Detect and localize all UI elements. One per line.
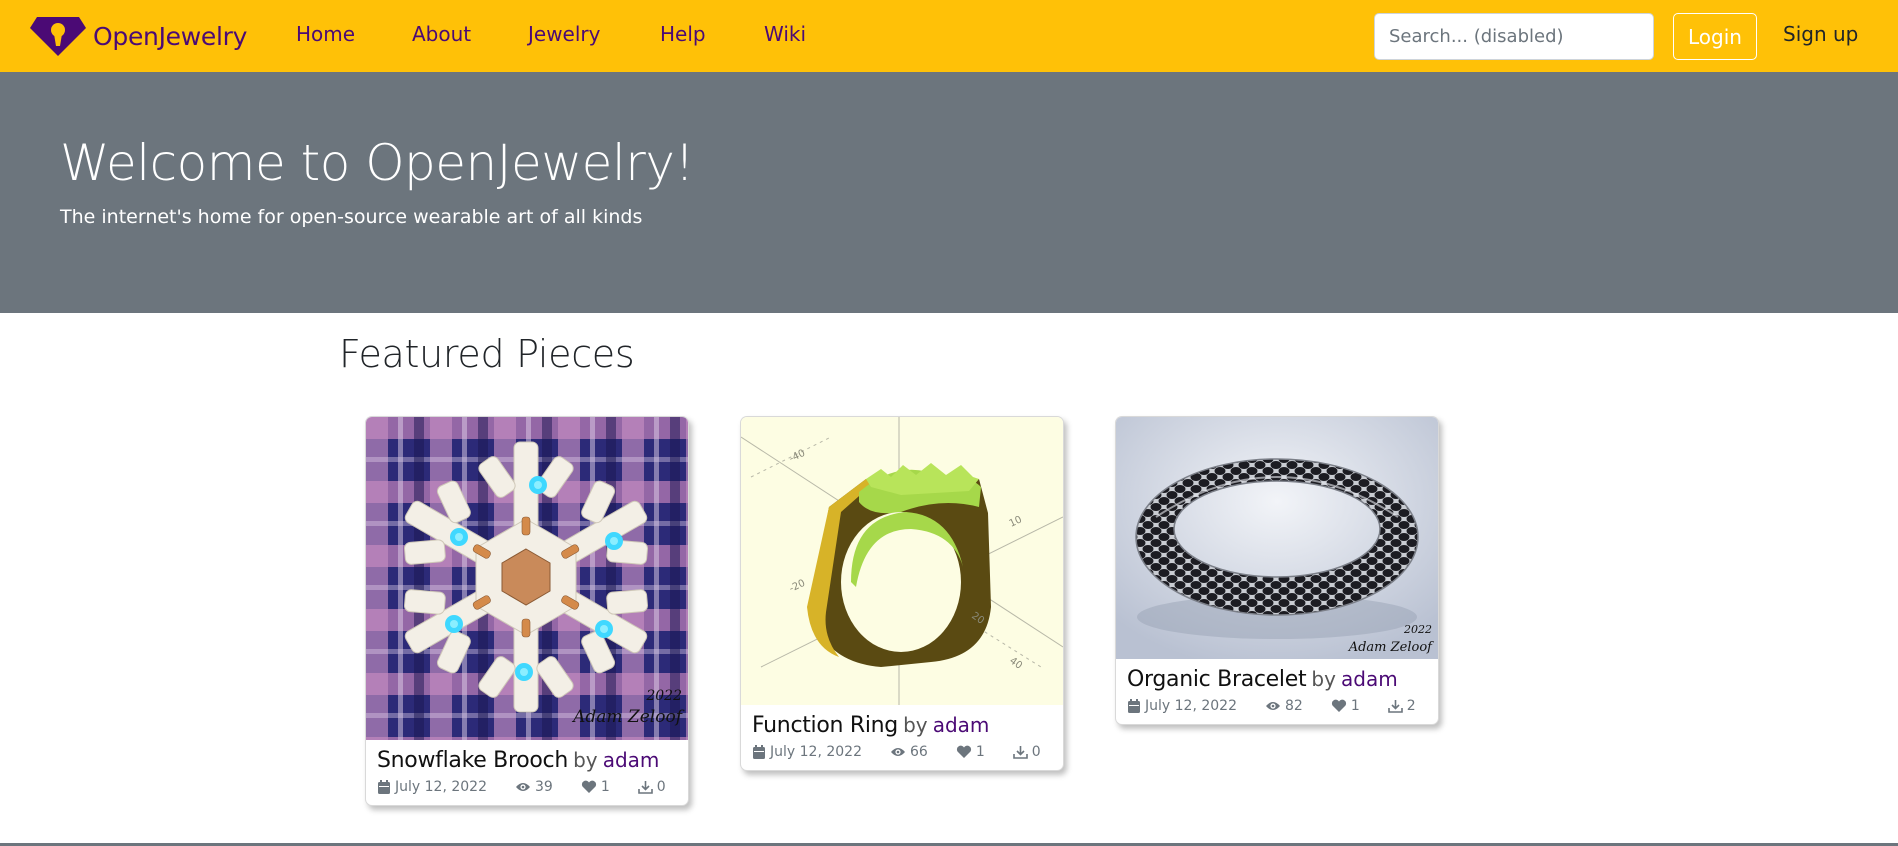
heart-icon [581, 780, 596, 793]
card-views: 66 [909, 744, 928, 760]
nav-home[interactable]: Home [296, 22, 355, 46]
nav-jewelry[interactable]: Jewelry [528, 22, 600, 46]
meta-date: July 12, 2022 [752, 744, 862, 760]
download-icon [1012, 746, 1028, 759]
eye-icon [1265, 702, 1280, 710]
featured-title: Featured Pieces [339, 332, 635, 376]
nav-wiki[interactable]: Wiki [764, 22, 806, 46]
card-image[interactable]: 2022 Adam Zeloof [366, 417, 688, 740]
card-image[interactable]: 2022 Adam Zeloof [1116, 417, 1438, 659]
card-date: July 12, 2022 [770, 744, 862, 760]
meta-date: July 12, 2022 [377, 779, 487, 795]
brand-link[interactable]: OpenJewelry [29, 15, 247, 57]
nav-about[interactable]: About [412, 22, 471, 46]
card-snowflake-brooch[interactable]: 2022 Adam Zeloof Snowflake Brooch by ada… [365, 416, 689, 806]
watermark-name: Adam Zeloof [571, 707, 685, 727]
watermark-name: Adam Zeloof [1348, 640, 1434, 655]
calendar-icon [753, 744, 765, 759]
watermark-year: 2022 [1403, 623, 1432, 636]
calendar-icon [378, 779, 390, 794]
search-input[interactable] [1374, 13, 1654, 60]
calendar-icon [1128, 698, 1140, 713]
eye-icon [515, 783, 530, 791]
download-icon [637, 781, 653, 794]
meta-date: July 12, 2022 [1127, 698, 1237, 714]
meta-likes[interactable]: 1 [581, 779, 610, 795]
card-image[interactable]: -40 10 20 40 -20 [741, 417, 1063, 705]
login-button[interactable]: Login [1673, 13, 1757, 60]
card-organic-bracelet[interactable]: 2022 Adam Zeloof Organic Bracelet by ada… [1115, 416, 1439, 725]
meta-downloads[interactable]: 2 [1387, 698, 1416, 714]
card-likes: 1 [1350, 698, 1360, 714]
brand-name: OpenJewelry [93, 21, 248, 51]
heart-icon [1331, 699, 1346, 712]
card-downloads: 0 [656, 779, 666, 795]
card-meta: July 12, 2022 39 1 0 [377, 779, 677, 795]
hero-subtitle: The internet's home for open-source wear… [60, 206, 643, 228]
card-title[interactable]: Organic Bracelet [1127, 667, 1307, 692]
card-title[interactable]: Function Ring [752, 713, 898, 738]
gem-logo-icon [30, 17, 86, 56]
watermark-year: 2022 [645, 688, 682, 704]
card-date: July 12, 2022 [1145, 698, 1237, 714]
card-author-link[interactable]: adam [603, 748, 660, 772]
meta-downloads[interactable]: 0 [1012, 744, 1041, 760]
card-author-link[interactable]: adam [933, 713, 990, 737]
nav-help[interactable]: Help [660, 22, 706, 46]
card-views: 39 [534, 779, 553, 795]
meta-views: 66 [890, 744, 928, 760]
heart-icon [956, 745, 971, 758]
meta-downloads[interactable]: 0 [637, 779, 666, 795]
card-views: 82 [1284, 698, 1303, 714]
meta-likes[interactable]: 1 [1331, 698, 1360, 714]
card-meta: July 12, 2022 82 1 2 [1127, 698, 1427, 714]
card-likes: 1 [975, 744, 985, 760]
card-downloads: 0 [1031, 744, 1041, 760]
meta-views: 82 [1265, 698, 1303, 714]
card-likes: 1 [600, 779, 610, 795]
signup-link[interactable]: Sign up [1783, 22, 1858, 46]
hero-banner: Welcome to OpenJewelry! The internet's h… [0, 72, 1898, 313]
eye-icon [890, 748, 905, 756]
download-icon [1387, 700, 1403, 713]
card-author-link[interactable]: adam [1341, 667, 1398, 691]
navbar: OpenJewelry Home About Jewelry Help Wiki… [0, 0, 1898, 72]
card-by-label: by [573, 748, 598, 772]
hero-title: Welcome to OpenJewelry! [60, 134, 694, 192]
card-function-ring[interactable]: -40 10 20 40 -20 Function Ring by adam J… [740, 416, 1064, 771]
card-by-label: by [903, 713, 928, 737]
card-date: July 12, 2022 [395, 779, 487, 795]
meta-likes[interactable]: 1 [956, 744, 985, 760]
card-meta: July 12, 2022 66 1 0 [752, 744, 1052, 760]
card-by-label: by [1311, 667, 1336, 691]
card-title[interactable]: Snowflake Brooch [377, 748, 568, 773]
meta-views: 39 [515, 779, 553, 795]
card-downloads: 2 [1406, 698, 1416, 714]
